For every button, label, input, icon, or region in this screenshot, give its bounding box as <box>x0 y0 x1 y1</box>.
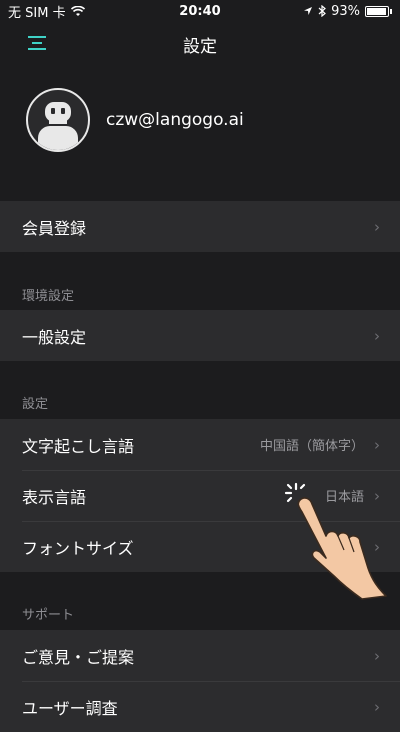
chevron-right-icon: › <box>374 217 380 236</box>
row-label: ご意見・ご提案 <box>22 647 135 667</box>
nav-bar: 設定 <box>0 22 400 66</box>
carrier-label: 无 SIM 卡 <box>8 5 66 21</box>
group-header-environment: 環境設定 <box>22 289 75 304</box>
section-environment: 一般設定 › <box>0 310 400 361</box>
row-membership[interactable]: 会員登録 › <box>0 201 400 252</box>
row-label: 一般設定 <box>22 327 87 347</box>
row-transcription-language[interactable]: 文字起こし言語 中国語（簡体字） › <box>0 419 400 470</box>
row-general-settings[interactable]: 一般設定 › <box>0 310 400 361</box>
battery-icon <box>365 5 389 17</box>
row-value: 中国語（簡体字） <box>259 439 364 454</box>
row-label: ユーザー調査 <box>22 698 118 718</box>
robot-avatar-icon <box>38 102 78 150</box>
profile-header[interactable]: czw@langogo.ai <box>26 88 244 152</box>
row-user-survey[interactable]: ユーザー調査 › <box>0 681 400 732</box>
row-label: 会員登録 <box>22 218 87 238</box>
tap-hand-icon <box>284 482 387 600</box>
page-title: 設定 <box>183 36 217 57</box>
user-email: czw@langogo.ai <box>106 110 244 130</box>
status-bar: 无 SIM 卡 93% <box>0 0 400 22</box>
bluetooth-icon <box>318 5 327 17</box>
chevron-right-icon: › <box>374 435 380 454</box>
section-membership: 会員登録 › <box>0 201 400 252</box>
group-header-support: サポート <box>22 608 75 623</box>
wifi-icon <box>70 5 85 16</box>
location-icon <box>304 7 313 15</box>
chevron-right-icon: › <box>374 326 380 345</box>
group-header-settings: 設定 <box>22 397 49 412</box>
row-label: フォントサイズ <box>22 538 134 558</box>
chevron-right-icon: › <box>374 646 380 665</box>
battery-percent: 93% <box>331 3 360 19</box>
menu-icon[interactable] <box>26 32 48 54</box>
section-support: ご意見・ご提案 › ユーザー調査 › <box>0 630 400 732</box>
avatar[interactable] <box>26 88 90 152</box>
row-feedback[interactable]: ご意見・ご提案 › <box>0 630 400 681</box>
row-label: 文字起こし言語 <box>22 436 135 456</box>
row-label: 表示言語 <box>22 487 87 507</box>
chevron-right-icon: › <box>374 697 380 716</box>
battery-cap <box>390 8 392 14</box>
